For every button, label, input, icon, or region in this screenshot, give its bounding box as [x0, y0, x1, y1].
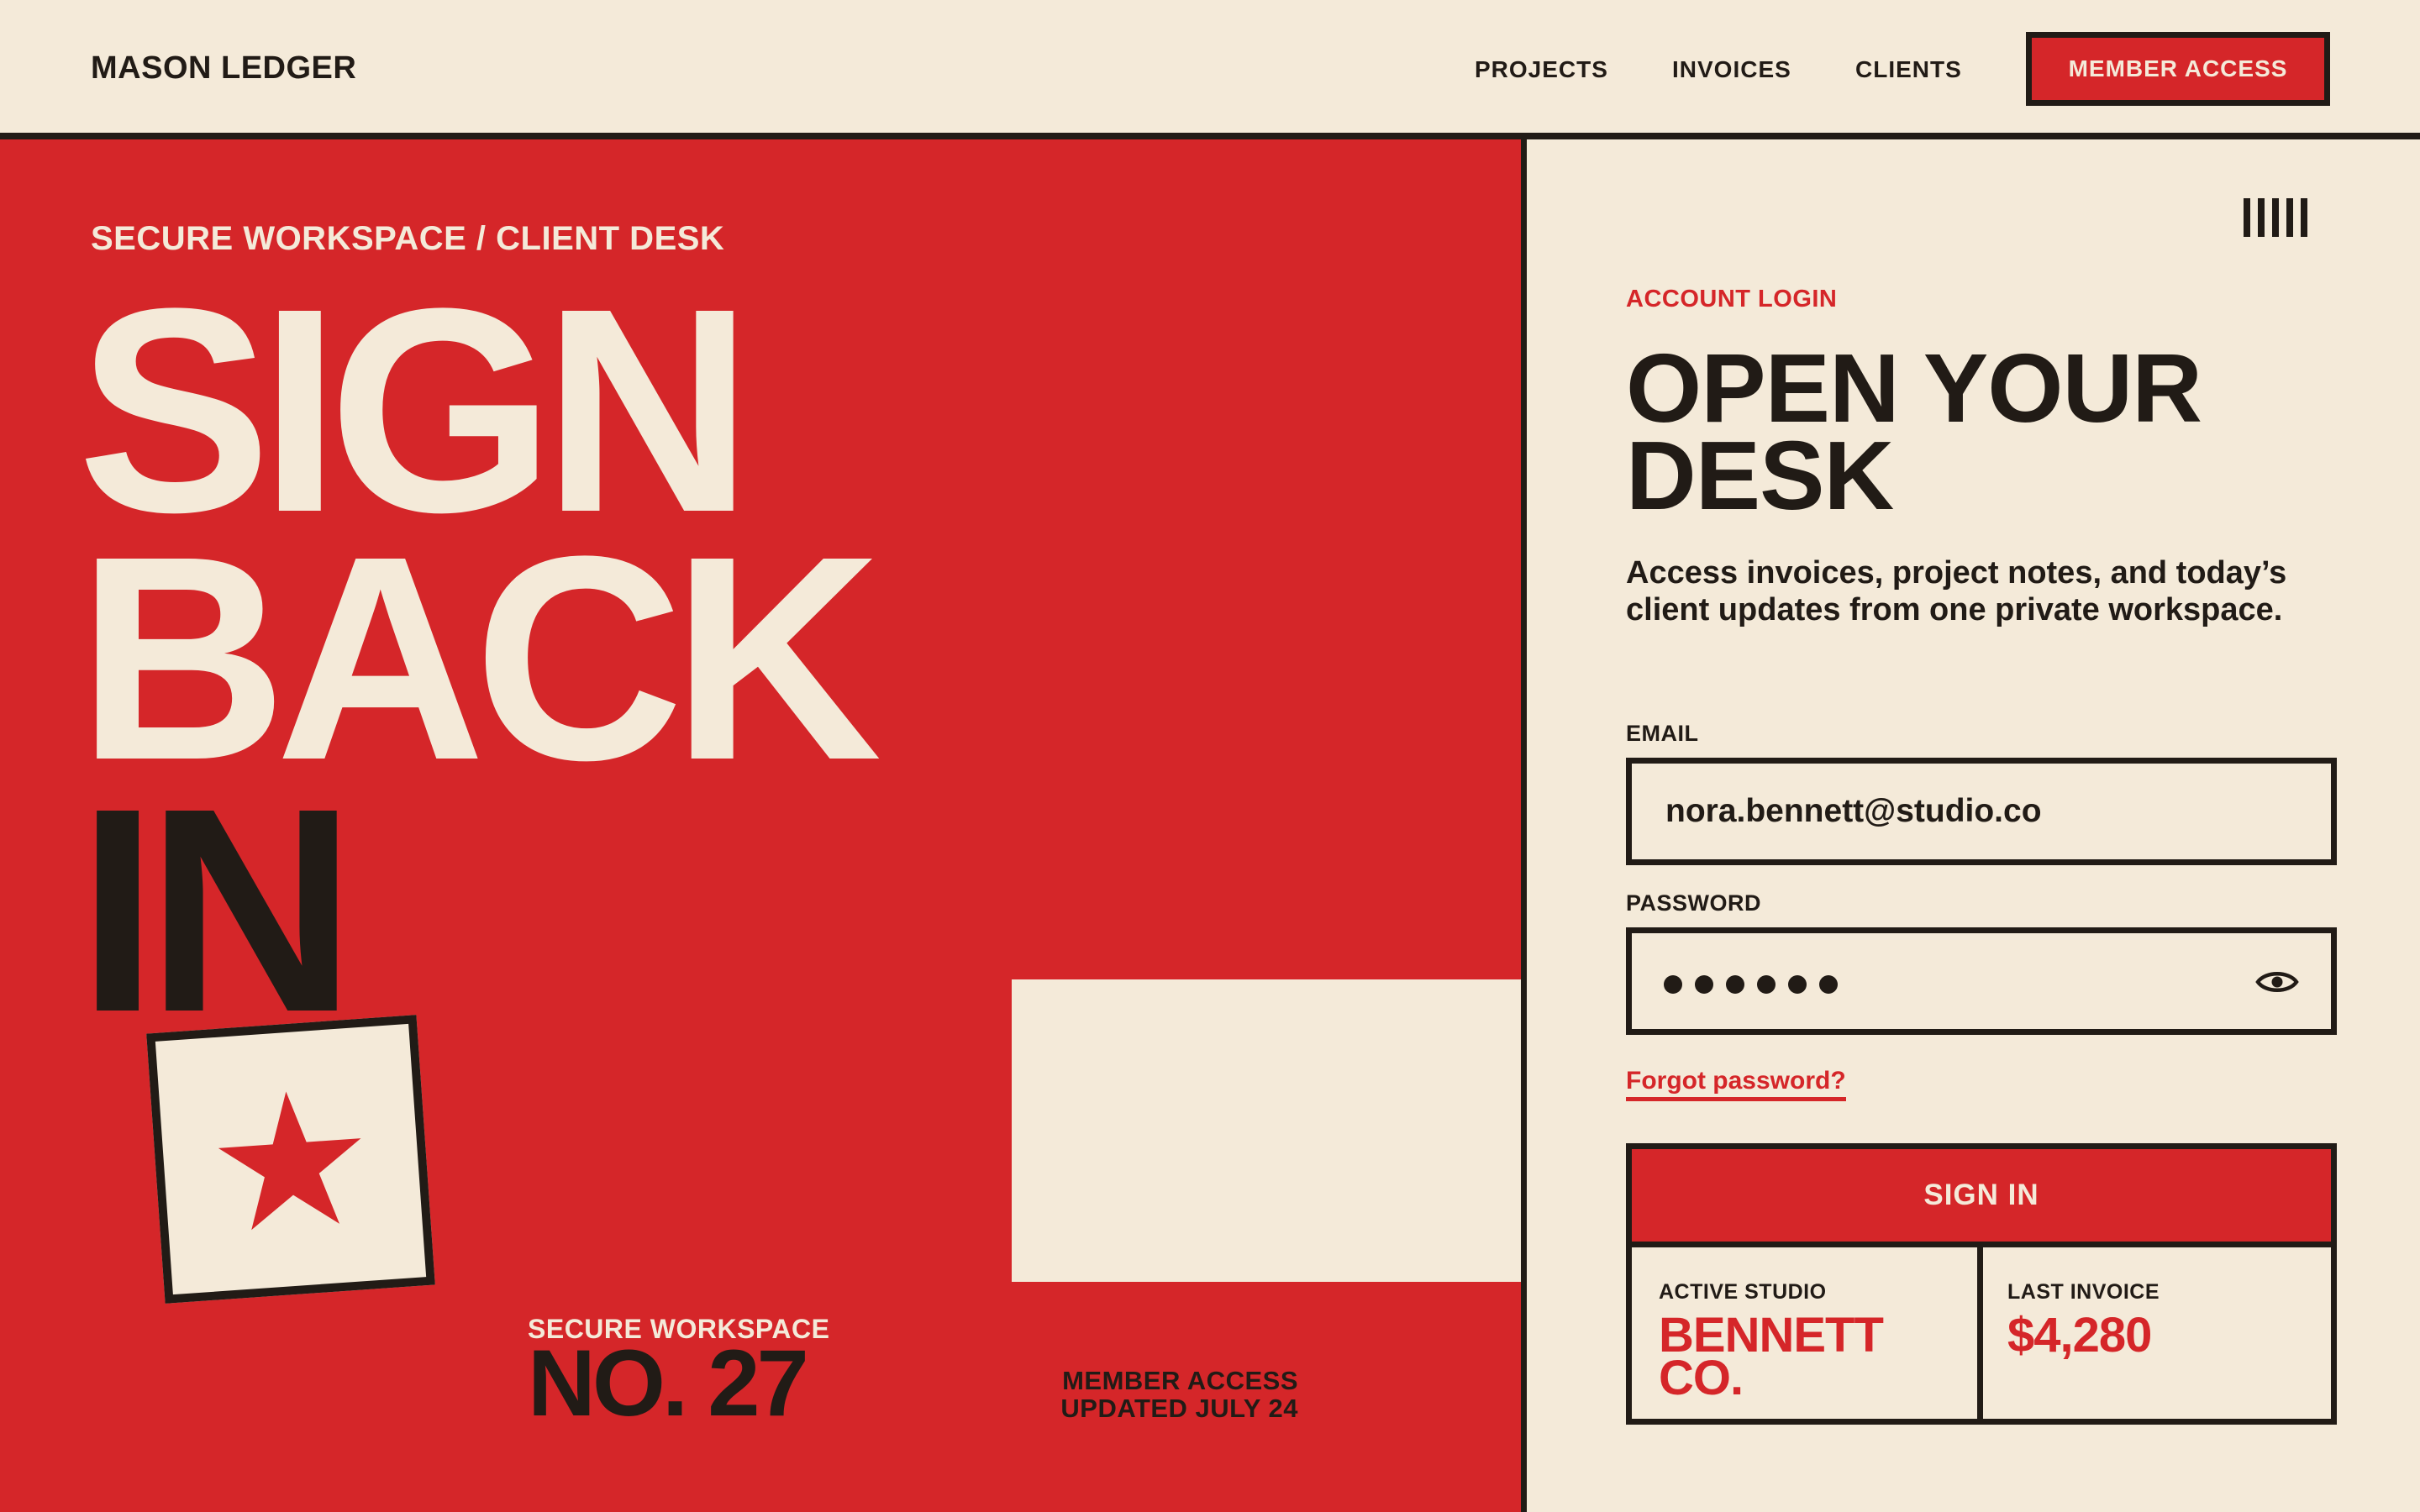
- updated-line-1: MEMBER ACCESS: [1062, 1366, 1298, 1395]
- active-studio-value-line-2: CO.: [1659, 1351, 1744, 1406]
- hero-line-in: IN: [77, 748, 356, 1073]
- star-icon: [218, 1091, 361, 1231]
- barcode-icon: [2244, 198, 2307, 237]
- workspace-number: NO. 27: [528, 1331, 809, 1436]
- password-dots: [1664, 975, 1838, 994]
- updated-line-2: UPDATED JULY 24: [1060, 1393, 1298, 1423]
- password-dot: [1757, 975, 1776, 994]
- nav-clients[interactable]: CLIENTS: [1855, 56, 1962, 83]
- last-invoice-value: $4,280: [2007, 1308, 2152, 1362]
- password-dot: [1819, 975, 1838, 994]
- email-field-box: [1626, 758, 2337, 865]
- password-field[interactable]: [1626, 927, 2337, 1035]
- brand-logo[interactable]: MASON LEDGER: [91, 50, 356, 87]
- email-field[interactable]: [1632, 764, 2331, 859]
- sign-in-button[interactable]: SIGN IN: [1632, 1149, 2331, 1247]
- active-studio-value: BENNETT CO.: [1659, 1310, 1884, 1406]
- star-badge: [146, 1015, 435, 1304]
- login-title-line-1: OPEN YOUR: [1626, 333, 2202, 443]
- password-dot: [1726, 975, 1744, 994]
- hero-panel: SECURE WORKSPACE / CLIENT DESK SIGN BACK…: [0, 139, 1521, 1512]
- panel-divider: [1521, 139, 1527, 1512]
- top-header: MASON LEDGER PROJECTS INVOICES CLIENTS M…: [0, 0, 2420, 139]
- password-dot: [1664, 975, 1682, 994]
- nav-invoices[interactable]: INVOICES: [1672, 56, 1791, 83]
- member-access-button[interactable]: MEMBER ACCESS: [2026, 32, 2330, 106]
- login-description: Access invoices, project notes, and toda…: [1626, 555, 2287, 628]
- eye-icon[interactable]: [2255, 969, 2299, 995]
- nav-projects[interactable]: PROJECTS: [1475, 56, 1608, 83]
- account-login-label: ACCOUNT LOGIN: [1626, 286, 1838, 312]
- last-invoice-label: LAST INVOICE: [2007, 1280, 2160, 1304]
- password-dot: [1788, 975, 1807, 994]
- active-studio-label: ACTIVE STUDIO: [1659, 1280, 1827, 1304]
- login-panel: ACCOUNT LOGIN OPEN YOUR DESK Access invo…: [1527, 139, 2420, 1512]
- stat-divider: [1977, 1247, 1983, 1419]
- decorative-block: [1012, 979, 1521, 1282]
- forgot-password-link[interactable]: Forgot password?: [1626, 1067, 1846, 1101]
- password-dot: [1695, 975, 1713, 994]
- password-label: PASSWORD: [1626, 890, 1762, 916]
- email-label: EMAIL: [1626, 721, 1699, 746]
- signin-card: SIGN IN ACTIVE STUDIO BENNETT CO. LAST I…: [1626, 1143, 2337, 1425]
- login-title-line-2: DESK: [1626, 421, 1894, 531]
- updated-note: MEMBER ACCESS UPDATED JULY 24: [966, 1366, 1298, 1423]
- login-title: OPEN YOUR DESK: [1626, 333, 2340, 531]
